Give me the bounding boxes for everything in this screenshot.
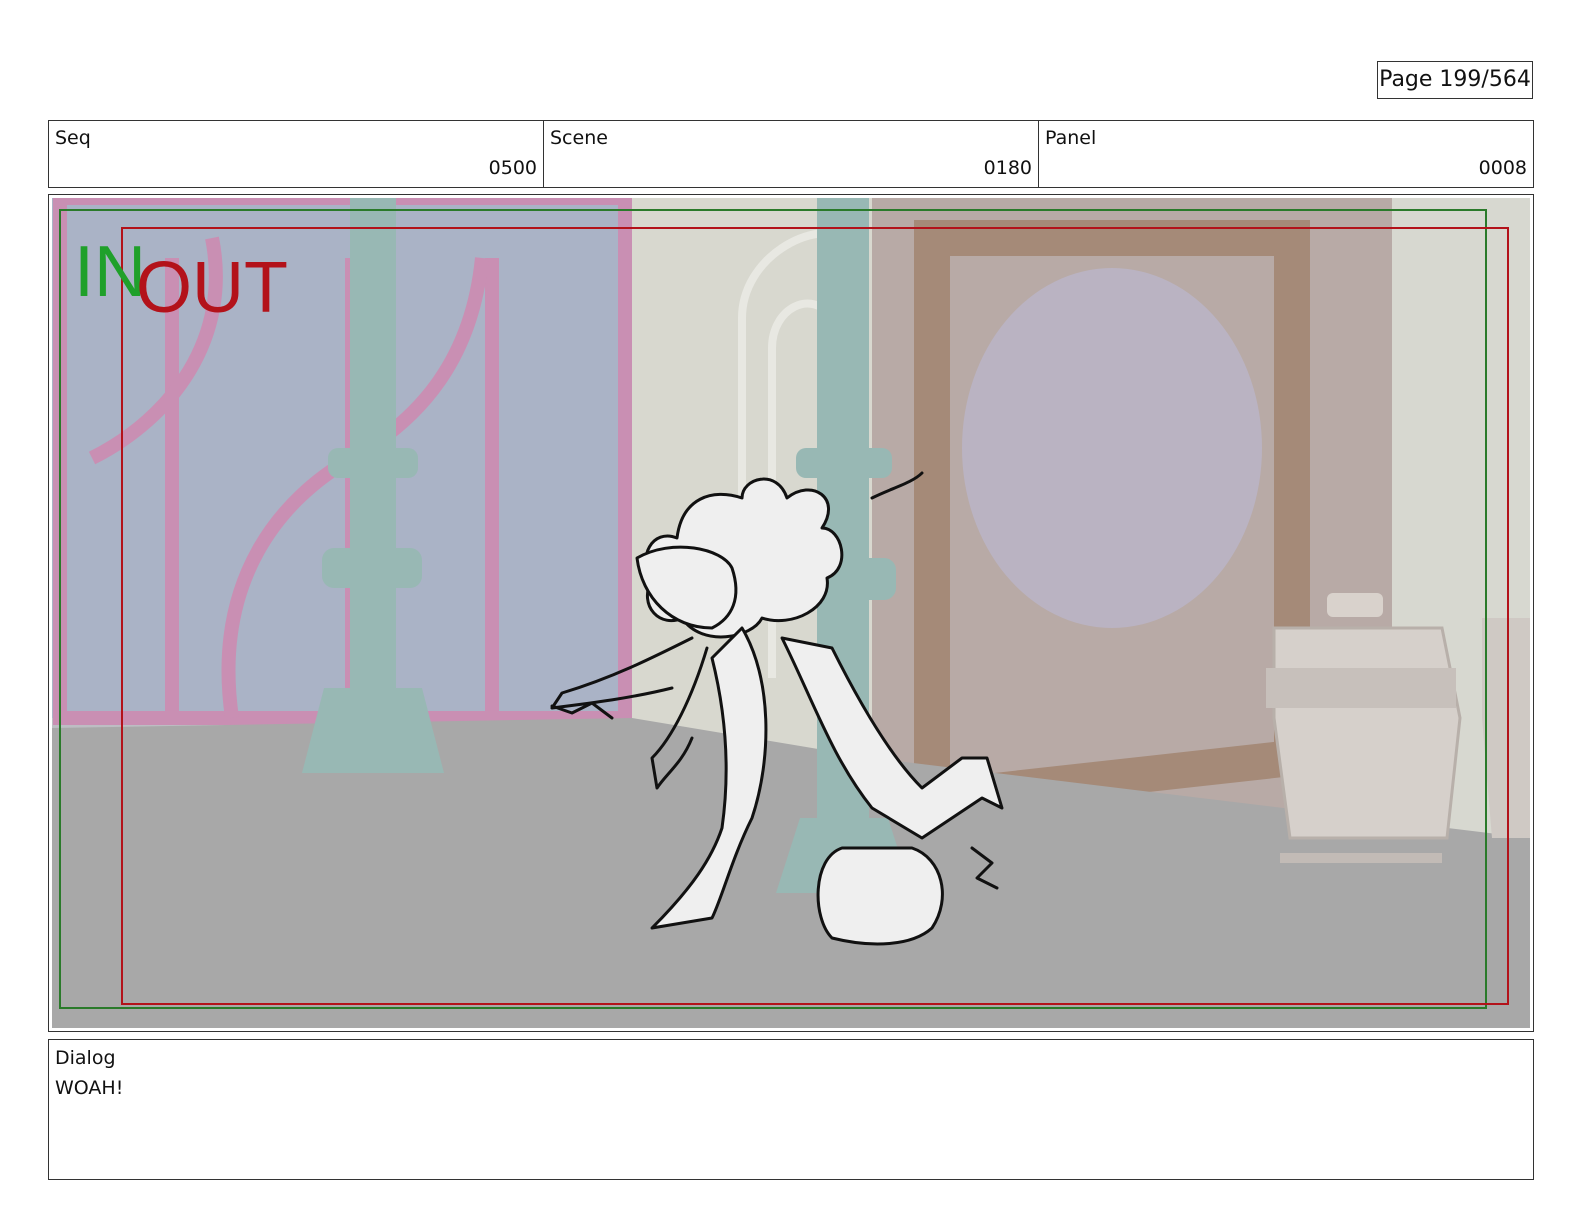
scene-cell: Scene 0180 [544,121,1039,187]
scene-value: 0180 [983,157,1032,179]
panel-header: Seq 0500 Scene 0180 Panel 0008 [48,120,1534,188]
out-label: OUT [136,248,288,328]
urn [1266,593,1530,863]
storyboard-frame: IN OUT [48,194,1534,1032]
seq-cell: Seq 0500 [49,121,544,187]
dialog-box: Dialog WOAH! [48,1039,1534,1180]
seq-value: 0500 [488,157,537,179]
storyboard-image: IN OUT [52,198,1530,1028]
panel-cell: Panel 0008 [1039,121,1533,187]
panel-value: 0008 [1478,157,1527,179]
dialog-text: WOAH! [55,1077,124,1099]
scene-label: Scene [550,127,608,149]
dialog-label: Dialog [55,1047,116,1069]
mirror-glass [962,268,1262,628]
seq-label: Seq [55,127,91,149]
panel-label: Panel [1045,127,1097,149]
page-number: Page 199/564 [1377,61,1533,99]
